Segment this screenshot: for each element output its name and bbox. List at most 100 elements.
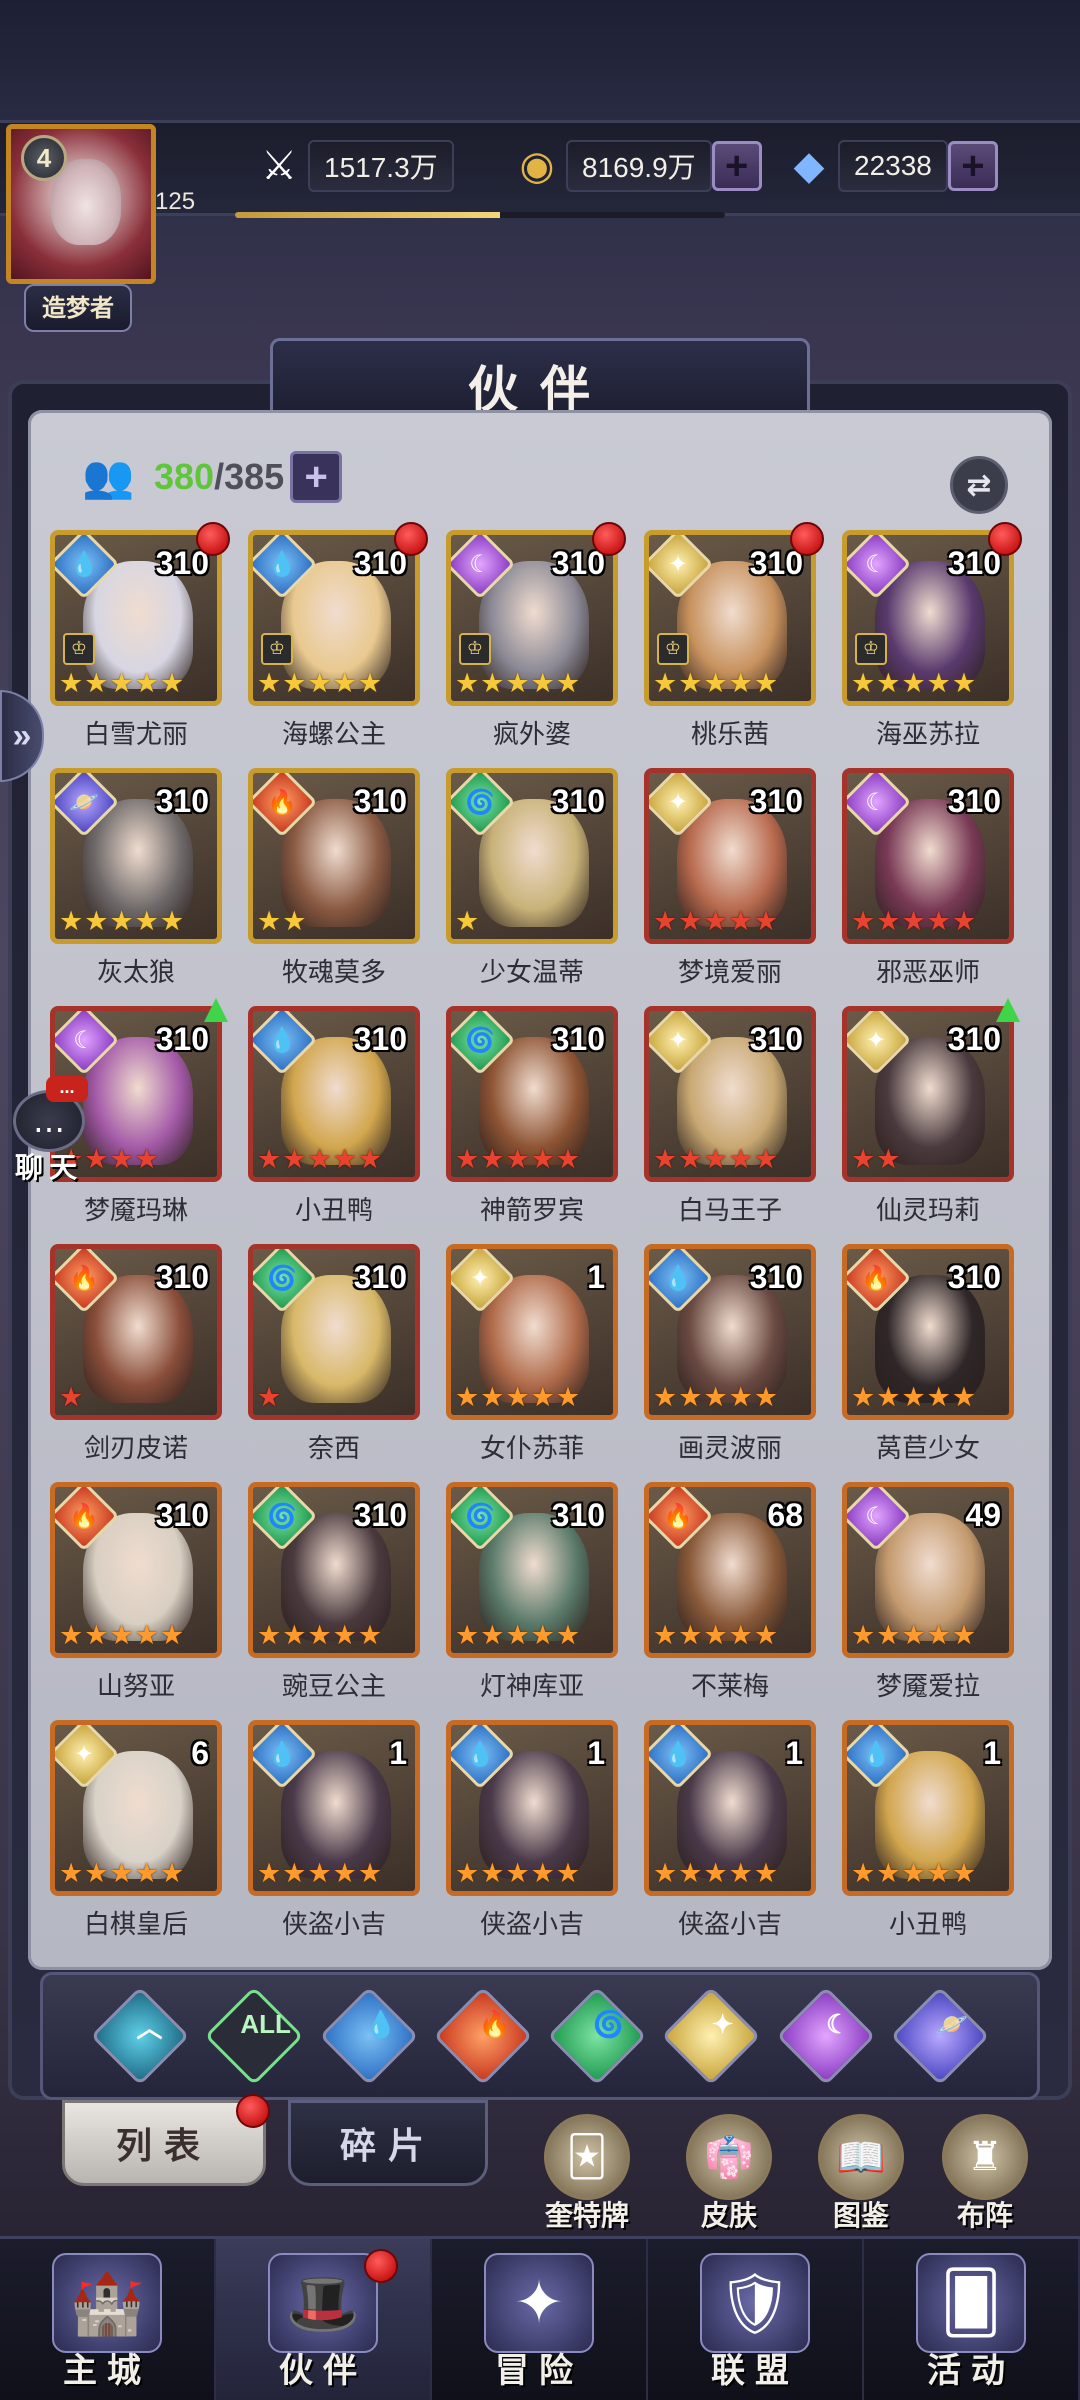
nav-events[interactable]: 🂠 活动 (864, 2239, 1080, 2400)
hero-card[interactable]: ☾ 310 ★ ★ ★ ★ ★ 邪恶巫师 (842, 768, 1014, 988)
hero-portrait-frame: ✦ 310 ★ ★ ★ ★ ★ (644, 1006, 816, 1182)
codex-button[interactable]: 📖 图鉴 (806, 2114, 916, 2234)
star-icon: ★ (678, 906, 703, 937)
star-icon: ★ (480, 1858, 505, 1889)
hero-stars: ★ ★ (257, 908, 306, 935)
avatar[interactable]: 4 (6, 124, 156, 284)
hero-level: 310 (155, 783, 209, 819)
hero-card[interactable]: 🌀 310 ★ 奈西 (248, 1244, 420, 1464)
player-avatar-area[interactable]: 4 (6, 124, 156, 284)
double-chevron-right-icon: » (12, 717, 32, 755)
hero-card[interactable]: 💧 310 ★ ★ ★ ★ ★ 画灵波丽 (644, 1244, 816, 1464)
skin-button[interactable]: 👘 皮肤 (674, 2114, 784, 2234)
filter-all-label: ALL (240, 2008, 292, 2039)
hero-card[interactable]: 💧 310 ♔ ★ ★ ★ ★ ★ 白雪尤丽 (50, 522, 230, 750)
hero-portrait-frame: 💧 1 ★ ★ ★ ★ ★ (446, 1720, 618, 1896)
star-icon: ★ (59, 1620, 84, 1651)
hero-portrait-frame: 🔥 310 ★ ★ ★ ★ ★ (50, 1482, 222, 1658)
expand-capacity-button[interactable]: + (290, 451, 343, 503)
star-icon: ★ (926, 668, 951, 699)
star-icon: ★ (728, 1858, 753, 1889)
hero-name: 牧魂莫多 (281, 958, 386, 988)
hero-portrait-frame: ☾ 49 ★ ★ ★ ★ ★ (842, 1482, 1014, 1658)
filter-water[interactable]: 💧 (319, 1986, 419, 2086)
star-icon: ★ (653, 906, 678, 937)
star-icon: ★ (926, 1382, 951, 1413)
add-diamond-button[interactable]: + (947, 141, 998, 191)
hero-portrait-frame: 🌀 310 ★ (446, 768, 618, 944)
hero-card[interactable]: 🔥 310 ★ ★ ★ ★ ★ 莴苣少女 (842, 1244, 1014, 1464)
player-title-badge[interactable]: 造梦者 (24, 284, 132, 332)
hero-card[interactable]: 🌀 310 ★ ★ ★ ★ ★ 神箭罗宾 (446, 1006, 618, 1226)
nav-alliance[interactable]: 🛡 联盟 (648, 2239, 864, 2400)
hero-stars: ★ ★ ★ ★ ★ (851, 1860, 976, 1887)
hero-name: 梦境爱丽 (677, 958, 782, 988)
hero-card[interactable]: 🌀 310 ★ 少女温蒂 (446, 768, 618, 988)
star-icon: ★ (257, 668, 282, 699)
star-icon: ★ (703, 1620, 728, 1651)
sort-toggle-button[interactable]: ⇄ (950, 456, 1008, 514)
hero-portrait-frame: 🌀 310 ★ ★ ★ ★ ★ (248, 1482, 420, 1658)
hero-card[interactable]: 💧 1 ★ ★ ★ ★ ★ 侠盗小吉 (446, 1720, 618, 1940)
hero-level: 1 (587, 1259, 605, 1295)
hero-stars: ★ (59, 1384, 83, 1411)
hero-stars: ★ ★ ★ ★ ★ (851, 670, 976, 697)
hero-card[interactable]: ✦ 310 ♔ ★ ★ ★ ★ ★ 桃乐茜 (644, 522, 824, 750)
hero-level: 310 (155, 1021, 209, 1057)
hero-card[interactable]: ☾ 310 ♔ ★ ★ ★ ★ ★ 疯外婆 (446, 522, 626, 750)
list-tab-notification-dot (236, 2094, 270, 2128)
hero-portrait-frame: 🔥 310 ★ ★ (248, 768, 420, 944)
hero-card[interactable]: 🔥 68 ★ ★ ★ ★ ★ 不莱梅 (644, 1482, 816, 1702)
hero-stars: ★ ★ ★ ★ ★ (851, 1384, 976, 1411)
moon-icon: ☾ (825, 2008, 849, 2039)
hero-card[interactable]: ✦ 1 ★ ★ ★ ★ ★ 女仆苏菲 (446, 1244, 618, 1464)
filter-light[interactable]: ✦ (661, 1986, 761, 2086)
hero-card[interactable]: 💧 1 ★ ★ ★ ★ ★ 侠盗小吉 (644, 1720, 816, 1940)
filter-all[interactable]: ALL (204, 1986, 304, 2086)
formation-button[interactable]: ♜ 布阵 (930, 2114, 1040, 2234)
hero-stars: ★ ★ ★ ★ ★ (653, 1622, 778, 1649)
hero-card[interactable]: 🪐 310 ★ ★ ★ ★ ★ 灰太狼 (50, 768, 222, 988)
hero-card[interactable]: 🌀 310 ★ ★ ★ ★ ★ 豌豆公主 (248, 1482, 420, 1702)
hero-stars: ★ (455, 908, 479, 935)
hero-card[interactable]: 🌀 310 ★ ★ ★ ★ ★ 灯神库亚 (446, 1482, 618, 1702)
star-icon: ★ (728, 668, 753, 699)
hero-card[interactable]: 🔥 310 ★ 剑刃皮诺 (50, 1244, 222, 1464)
chess-board-icon: ♜ (942, 2114, 1028, 2200)
star-icon: ★ (307, 1858, 332, 1889)
hero-card[interactable]: ☾ 49 ★ ★ ★ ★ ★ 梦魇爱拉 (842, 1482, 1014, 1702)
hero-card[interactable]: 🔥 310 ★ ★ 牧魂莫多 (248, 768, 420, 988)
star-icon: ★ (109, 1620, 134, 1651)
hero-card[interactable]: 💧 1 ★ ★ ★ ★ ★ 侠盗小吉 (248, 1720, 420, 1940)
hero-card[interactable]: ✦ 6 ★ ★ ★ ★ ★ 白棋皇后 (50, 1720, 222, 1940)
partner-count-current: 380 (154, 456, 215, 497)
hero-card[interactable]: ✦ 310 ★ ★ ★ ★ ★ 白马王子 (644, 1006, 816, 1226)
hero-card[interactable]: ☾ 310 ♔ ★ ★ ★ ★ ★ 海巫苏拉 (842, 522, 1022, 750)
star-icon: ★ (332, 1144, 357, 1175)
add-gold-button[interactable]: + (711, 141, 762, 191)
power-value: 1517.3万 (308, 140, 454, 192)
hero-card[interactable]: 🔥 310 ★ ★ ★ ★ ★ 山努亚 (50, 1482, 222, 1702)
tab-fragments[interactable]: 碎片 (288, 2100, 488, 2186)
nav-partners[interactable]: 🎩 伙伴 (216, 2239, 432, 2400)
nav-events-label: 活动 (927, 2351, 1015, 2391)
hero-stars: ★ ★ ★ ★ ★ (257, 1860, 382, 1887)
filter-wind[interactable]: 🌀 (547, 1986, 647, 2086)
filter-dark[interactable]: ☾ (776, 1986, 876, 2086)
card-button[interactable]: 🃏 奎特牌 (532, 2114, 642, 2234)
star-icon: ★ (530, 668, 555, 699)
hero-card[interactable]: ✦ 310 ★ ★ ★ ★ ★ 梦境爱丽 (644, 768, 816, 988)
star-icon: ★ (455, 1620, 480, 1651)
hero-card[interactable]: 💧 1 ★ ★ ★ ★ ★ 小丑鸭 (842, 1720, 1014, 1940)
hero-card[interactable]: ✦ 310 ★ ★ 仙灵玛莉 (842, 998, 1020, 1226)
hero-level: 1 (587, 1735, 605, 1771)
star-icon: ★ (109, 1858, 134, 1889)
hero-card[interactable]: 💧 310 ♔ ★ ★ ★ ★ ★ 海螺公主 (248, 522, 428, 750)
nav-city[interactable]: 🏰 主城 (0, 2239, 216, 2400)
chat-button[interactable]: … ... 聊天 (4, 1076, 94, 1190)
hero-card[interactable]: 💧 310 ★ ★ ★ ★ ★ 小丑鸭 (248, 1006, 420, 1226)
filter-fire[interactable]: 🔥 (433, 1986, 533, 2086)
nav-adventure[interactable]: ✦ 冒险 (432, 2239, 648, 2400)
filter-void[interactable]: 🪐 (890, 1986, 990, 2086)
filter-base[interactable]: ︿ (90, 1986, 190, 2086)
